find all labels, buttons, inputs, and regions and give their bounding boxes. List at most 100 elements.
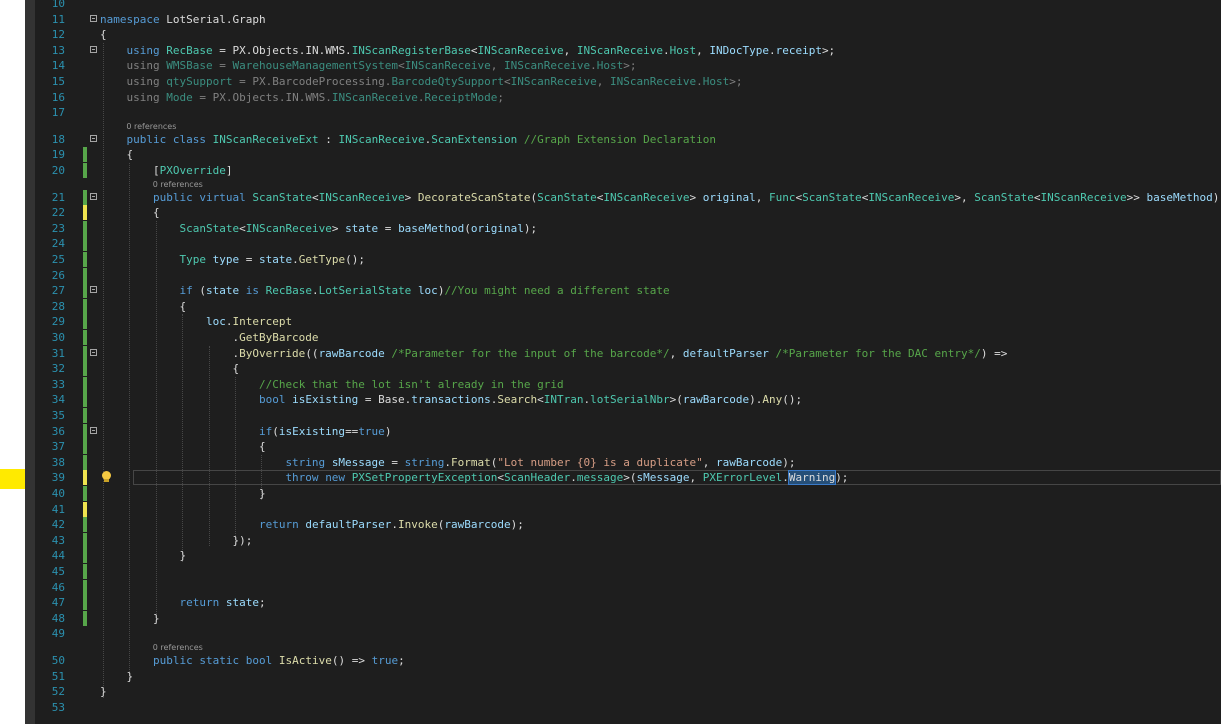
collapse-icon[interactable]: [90, 348, 97, 356]
line-number: 14: [51, 59, 65, 73]
collapse-icon[interactable]: [90, 134, 97, 142]
code-token: transactions: [411, 393, 491, 407]
code-token: .: [782, 471, 789, 485]
code-line[interactable]: 21 public virtual ScanState<INScanReceiv…: [35, 189, 1221, 205]
collapse-icon[interactable]: [90, 192, 97, 200]
code-line[interactable]: 34 bool isExisting = Base.transactions.S…: [35, 392, 1221, 408]
code-editor[interactable]: 10 11 namespace LotSerial.Graph 12 {13 using…: [35, 0, 1221, 724]
code-token: state: [258, 253, 293, 266]
code-line[interactable]: 49: [35, 626, 1221, 641]
code-token: <: [239, 221, 246, 235]
code-line[interactable]: 35: [35, 408, 1221, 423]
code-line[interactable]: 32 {: [35, 361, 1221, 377]
code-line[interactable]: 19 {: [35, 147, 1221, 163]
code-line[interactable]: 41: [35, 501, 1221, 517]
line-number: 29: [51, 315, 65, 329]
code-line[interactable]: 45: [35, 564, 1221, 579]
code-token: = Base.: [358, 393, 412, 407]
code-token: =: [212, 59, 233, 73]
code-token: public: [152, 190, 193, 204]
code-line[interactable]: 12 {: [35, 27, 1221, 42]
code-line[interactable]: 14 using WMSBase = WarehouseManagementSy…: [35, 58, 1221, 73]
lightbulb-icon[interactable]: [102, 471, 111, 483]
code-token: );: [782, 455, 796, 469]
code-line[interactable]: 48 }: [35, 610, 1221, 626]
code-token: .: [662, 43, 670, 57]
code-token: ;: [258, 596, 266, 610]
code-line[interactable]: 23 ScanState<INScanReceive> state = base…: [35, 220, 1221, 236]
line-number: 44: [51, 549, 65, 563]
code-line[interactable]: 50 public static bool IsActive() => true…: [35, 653, 1221, 668]
code-line[interactable]: 30 .GetByBarcode: [35, 330, 1221, 345]
collapse-icon[interactable]: [90, 286, 97, 294]
change-indicator: [83, 501, 87, 517]
code-token: baseMethod: [1146, 190, 1213, 204]
code-line[interactable]: 46: [35, 579, 1221, 595]
line-number: 10: [51, 0, 65, 10]
code-line[interactable]: 25 Type type = state.GetType();: [35, 252, 1221, 267]
code-line[interactable]: 28 {: [35, 298, 1221, 314]
code-text: }: [100, 548, 186, 563]
code-line[interactable]: 53: [35, 700, 1221, 715]
code-line[interactable]: 20 [PXOverride]: [35, 163, 1221, 178]
collapse-icon[interactable]: [90, 14, 97, 22]
code-line[interactable]: 44 }: [35, 548, 1221, 564]
code-text: });: [100, 533, 252, 548]
line-number: 33: [51, 377, 65, 391]
code-token: qtySupport: [166, 75, 233, 88]
code-line[interactable]: 11 namespace LotSerial.Graph: [35, 12, 1221, 27]
code-token: >>: [1126, 190, 1147, 204]
code-line[interactable]: 52}: [35, 684, 1221, 699]
code-line[interactable]: 36 if(isExisting==true): [35, 423, 1221, 439]
code-line[interactable]: 42 return defaultParser.Invoke(rawBarcod…: [35, 517, 1221, 533]
code-line[interactable]: 24: [35, 236, 1221, 252]
collapse-icon[interactable]: [90, 45, 97, 53]
code-line[interactable]: 10: [35, 0, 1221, 11]
code-text: }: [100, 486, 266, 501]
code-line[interactable]: 26: [35, 267, 1221, 283]
code-line[interactable]: 17: [35, 105, 1221, 120]
code-line[interactable]: 39 throw new PXSetPropertyException<Scan…: [35, 470, 1221, 486]
code-token: .: [311, 284, 319, 298]
line-number: 22: [51, 206, 65, 220]
line-number: 47: [51, 596, 65, 610]
code-token: >(: [623, 471, 637, 485]
code-line[interactable]: 22 {: [35, 205, 1221, 221]
code-line[interactable]: 33 //Check that the lot isn't already in…: [35, 376, 1221, 392]
code-token: true: [371, 654, 399, 667]
code-token: INScanReceive: [331, 90, 418, 104]
code-line[interactable]: 15 using qtySupport = PX.BarcodeProcessi…: [35, 74, 1221, 89]
code-token: if: [179, 284, 193, 298]
code-line[interactable]: 40 }: [35, 486, 1221, 501]
collapse-icon[interactable]: [90, 426, 97, 434]
code-token: ();: [782, 393, 803, 407]
code-line[interactable]: 37 {: [35, 439, 1221, 455]
code-line[interactable]: 38 string sMessage = string.Format("Lot …: [35, 454, 1221, 470]
change-indicator: [83, 423, 87, 439]
code-line[interactable]: 51 }: [35, 669, 1221, 684]
code-token: INScanReceive: [404, 59, 491, 73]
code-token: <: [398, 59, 405, 73]
code-token: Type: [179, 253, 206, 266]
code-token: GetByBarcode: [239, 331, 319, 344]
code-line[interactable]: 13 using RecBase = PX.Objects.IN.WMS.INS…: [35, 43, 1221, 58]
code-token: <: [537, 393, 544, 407]
line-number: 34: [51, 393, 65, 407]
code-line[interactable]: 31 .ByOverride((rawBarcode /*Parameter f…: [35, 345, 1221, 361]
code-line[interactable]: 16 using Mode = PX.Objects.IN.WMS.INScan…: [35, 90, 1221, 105]
code-text: }: [100, 684, 107, 699]
code-text: public virtual ScanState<INScanReceive> …: [100, 190, 1219, 205]
code-line[interactable]: 43 });: [35, 532, 1221, 548]
code-token: ): [1212, 190, 1220, 204]
code-line[interactable]: 18 public class INScanReceiveExt : INSca…: [35, 132, 1221, 147]
code-line[interactable]: 29 loc.Intercept: [35, 314, 1221, 330]
code-line[interactable]: 27 if (state is RecBase.LotSerialState l…: [35, 283, 1221, 299]
code-line[interactable]: 47 return state;: [35, 595, 1221, 611]
change-indicator: [83, 610, 87, 626]
code-token: string: [404, 455, 445, 469]
code-token: is: [245, 284, 259, 298]
